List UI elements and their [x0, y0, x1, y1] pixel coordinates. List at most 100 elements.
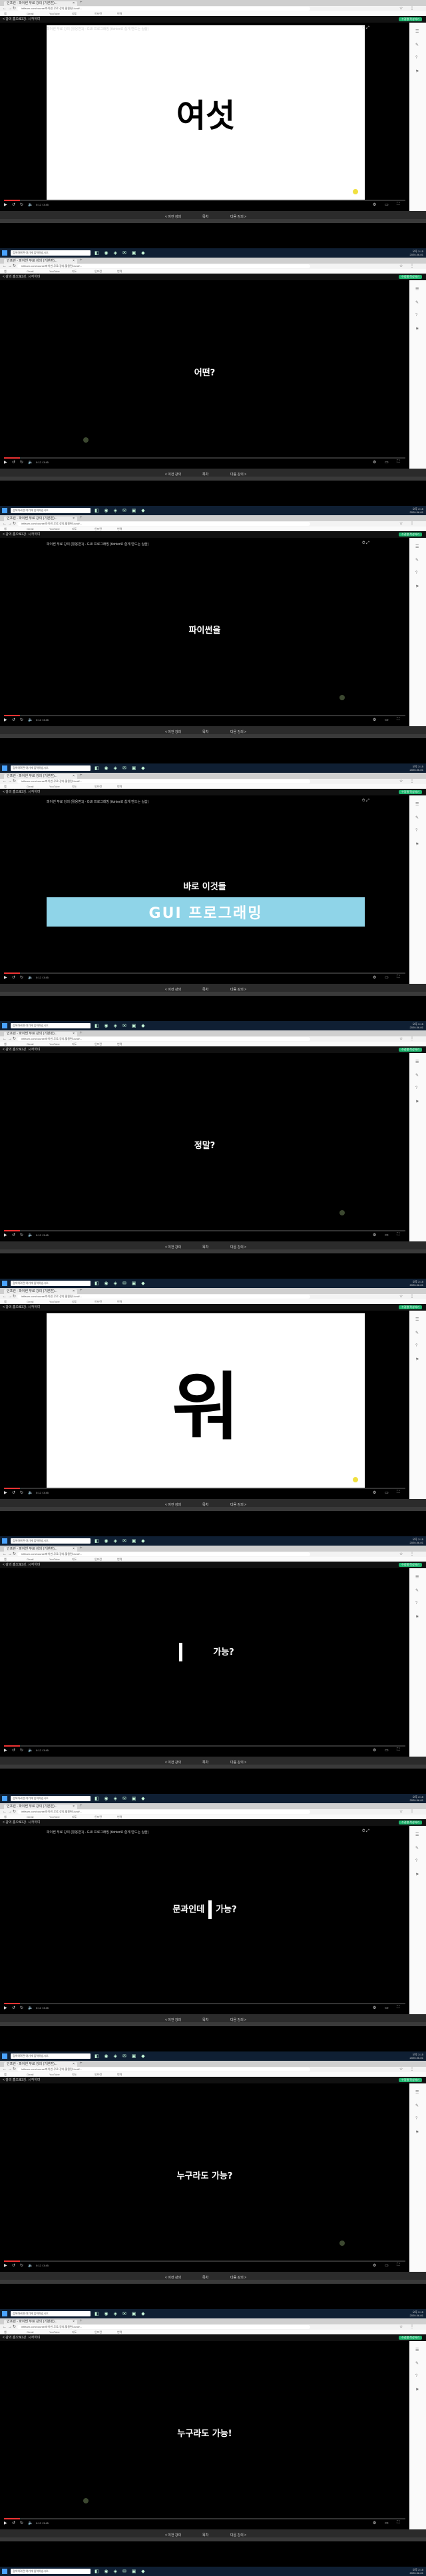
- browser-tab[interactable]: 인프런 - 파이썬 무료 강의 (기본편)... ×: [4, 1, 77, 6]
- video-player[interactable]: 정말? ▶ ↺ ↻ 🔈 0:12 / 3:45 ⚙ ▭ ⛶: [0, 1053, 409, 1241]
- bookmark-item[interactable]: 앱: [4, 1557, 7, 1562]
- note-icon[interactable]: ✎: [415, 1073, 419, 1078]
- back-arrow-icon[interactable]: ←: [3, 1552, 7, 1557]
- menu-icon[interactable]: ⋮: [410, 2067, 414, 2072]
- address-bar[interactable]: inflearn.com/course/파이썬-무료-강의-활용편1/unit/…: [17, 779, 310, 783]
- browser-tab[interactable]: 인프런 - 파이썬 무료 강의 (기본편)... ×: [4, 1032, 77, 1036]
- question-icon[interactable]: ?: [415, 571, 417, 575]
- bookmark-item[interactable]: 앱: [4, 2330, 7, 2334]
- new-tab-button[interactable]: +: [80, 1289, 83, 1293]
- back-arrow-icon[interactable]: ←: [3, 2067, 7, 2072]
- bookmark-icon[interactable]: ⚑: [415, 842, 419, 847]
- reload-icon[interactable]: ↻: [13, 6, 16, 11]
- question-icon[interactable]: ?: [415, 2374, 417, 2378]
- volume-icon[interactable]: 🔈: [28, 202, 33, 207]
- settings-icon[interactable]: ⚙: [373, 2006, 376, 2010]
- pinned-apps[interactable]: ◧ ◉ ◈ ✉ ▣ ◆: [95, 1281, 147, 1286]
- skip-back-icon[interactable]: ↺: [12, 460, 15, 465]
- star-icon[interactable]: ☆: [399, 6, 403, 11]
- bookmark-item[interactable]: 인프런: [95, 2072, 102, 2077]
- bookmark-item[interactable]: 지도: [72, 11, 77, 16]
- bookmark-icon[interactable]: ⚑: [415, 1872, 419, 1877]
- bookmark-item[interactable]: 인프런: [95, 1815, 102, 1819]
- windows-start-icon[interactable]: [2, 2569, 7, 2574]
- bookmark-item[interactable]: YouTube: [49, 2330, 60, 2334]
- bookmark-item[interactable]: 인프런: [95, 1557, 102, 1562]
- bookmark-icon[interactable]: ⚑: [415, 1615, 419, 1619]
- bookmark-item[interactable]: YouTube: [49, 784, 60, 789]
- note-icon[interactable]: ✎: [415, 2103, 419, 2108]
- settings-icon[interactable]: ⚙: [373, 1490, 376, 1495]
- review-button[interactable]: 수강평 작성하기: [399, 533, 422, 537]
- windows-start-icon[interactable]: [2, 1281, 7, 1286]
- list-icon[interactable]: ☰: [415, 1317, 419, 1322]
- back-to-course-link[interactable]: < 강의 홈으로: [3, 1304, 22, 1311]
- bookmark-item[interactable]: 인프런: [95, 784, 102, 789]
- taskbar-search[interactable]: 검색하려면 여기에 입력하십시오.: [11, 2569, 91, 2574]
- review-button[interactable]: 수강평 작성하기: [399, 790, 422, 794]
- settings-icon[interactable]: ⚙: [373, 718, 376, 722]
- play-icon[interactable]: ▶: [4, 1748, 7, 1753]
- progress-bar[interactable]: [4, 1230, 405, 1231]
- question-icon[interactable]: ?: [415, 1344, 417, 1348]
- skip-back-icon[interactable]: ↺: [12, 2006, 15, 2010]
- bookmark-item[interactable]: 번역: [117, 1815, 122, 1819]
- forward-arrow-icon[interactable]: →: [8, 779, 12, 784]
- video-player[interactable]: 문과인데 가능? 파이썬 무료 강의 (활용편1) - GUI 프로그래밍 (tki…: [0, 1826, 409, 2014]
- review-button[interactable]: 수강평 작성하기: [399, 275, 422, 279]
- list-icon[interactable]: ☰: [415, 2348, 419, 2352]
- bookmark-item[interactable]: 지도: [72, 1557, 77, 1562]
- question-icon[interactable]: ?: [415, 1086, 417, 1090]
- browser-tab[interactable]: 인프런 - 파이썬 무료 강의 (기본편)... ×: [4, 1805, 77, 1809]
- windows-start-icon[interactable]: [2, 1023, 7, 1028]
- back-to-course-link[interactable]: < 강의 홈으로: [3, 2077, 22, 2083]
- tab-close-icon[interactable]: ×: [73, 1547, 75, 1552]
- pinned-apps[interactable]: ◧ ◉ ◈ ✉ ▣ ◆: [95, 2053, 147, 2059]
- review-button[interactable]: 수강평 작성하기: [399, 1563, 422, 1567]
- progress-bar[interactable]: [4, 2260, 405, 2262]
- note-icon[interactable]: ✎: [415, 2361, 419, 2366]
- browser-tab[interactable]: 인프런 - 파이썬 무료 강의 (기본편)... ×: [4, 517, 77, 521]
- new-tab-button[interactable]: +: [80, 258, 83, 262]
- note-icon[interactable]: ✎: [415, 558, 419, 562]
- fullscreen-icon[interactable]: ⛶: [397, 2006, 399, 2010]
- pip-icon[interactable]: ▭: [385, 718, 389, 722]
- review-button[interactable]: 수강평 작성하기: [399, 2078, 422, 2082]
- star-icon[interactable]: ☆: [399, 1294, 403, 1299]
- star-icon[interactable]: ☆: [399, 2324, 403, 2330]
- video-player[interactable]: 워 ▶ ↺ ↻ 🔈 0:12 / 3:45 ⚙ ▭ ⛶: [0, 1311, 409, 1499]
- star-icon[interactable]: ☆: [399, 779, 403, 784]
- bookmark-item[interactable]: 앱: [4, 1815, 7, 1819]
- review-button[interactable]: 수강평 작성하기: [399, 17, 422, 21]
- windows-start-icon[interactable]: [2, 508, 7, 513]
- fullscreen-icon[interactable]: ⛶: [397, 718, 399, 722]
- skip-back-icon[interactable]: ↺: [12, 1748, 15, 1753]
- pinned-apps[interactable]: ◧ ◉ ◈ ✉ ▣ ◆: [95, 2569, 147, 2574]
- taskbar-search[interactable]: 검색하려면 여기에 입력하십시오.: [11, 1023, 91, 1028]
- play-icon[interactable]: ▶: [4, 2521, 7, 2525]
- pinned-apps[interactable]: ◧ ◉ ◈ ✉ ▣ ◆: [95, 1538, 147, 1544]
- back-to-course-link[interactable]: < 강의 홈으로: [3, 1562, 22, 1568]
- fullscreen-icon[interactable]: ⛶: [397, 202, 399, 207]
- bookmark-item[interactable]: YouTube: [49, 1557, 60, 1562]
- browser-tab[interactable]: 인프런 - 파이썬 무료 강의 (기본편)... ×: [4, 1547, 77, 1552]
- browser-tab[interactable]: 인프런 - 파이썬 무료 강의 (기본편)... ×: [4, 774, 77, 779]
- settings-icon[interactable]: ⚙: [373, 2263, 376, 2268]
- fullscreen-icon[interactable]: ⛶: [397, 460, 399, 465]
- bookmark-icon[interactable]: ⚑: [415, 69, 419, 74]
- tab-close-icon[interactable]: ×: [73, 1032, 75, 1036]
- new-tab-button[interactable]: +: [80, 1, 83, 5]
- new-tab-button[interactable]: +: [80, 1546, 83, 1550]
- back-to-course-link[interactable]: < 강의 홈으로: [3, 789, 22, 795]
- forward-arrow-icon[interactable]: →: [8, 2067, 12, 2072]
- address-bar[interactable]: inflearn.com/course/파이썬-무료-강의-활용편1/unit/…: [17, 2067, 310, 2071]
- bookmark-item[interactable]: 지도: [72, 2330, 77, 2334]
- reload-icon[interactable]: ↻: [13, 1552, 16, 1557]
- video-player[interactable]: 어떤? ▶ ↺ ↻ 🔈 0:12 / 3:45 ⚙ ▭ ⛶: [0, 280, 409, 469]
- star-icon[interactable]: ☆: [399, 264, 403, 269]
- address-bar[interactable]: inflearn.com/course/파이썬-무료-강의-활용편1/unit/…: [17, 264, 310, 268]
- browser-tab[interactable]: 인프런 - 파이썬 무료 강의 (기본편)... ×: [4, 1289, 77, 1294]
- forward-arrow-icon[interactable]: →: [8, 6, 12, 11]
- bookmark-item[interactable]: YouTube: [49, 1299, 60, 1304]
- new-tab-button[interactable]: +: [80, 2061, 83, 2065]
